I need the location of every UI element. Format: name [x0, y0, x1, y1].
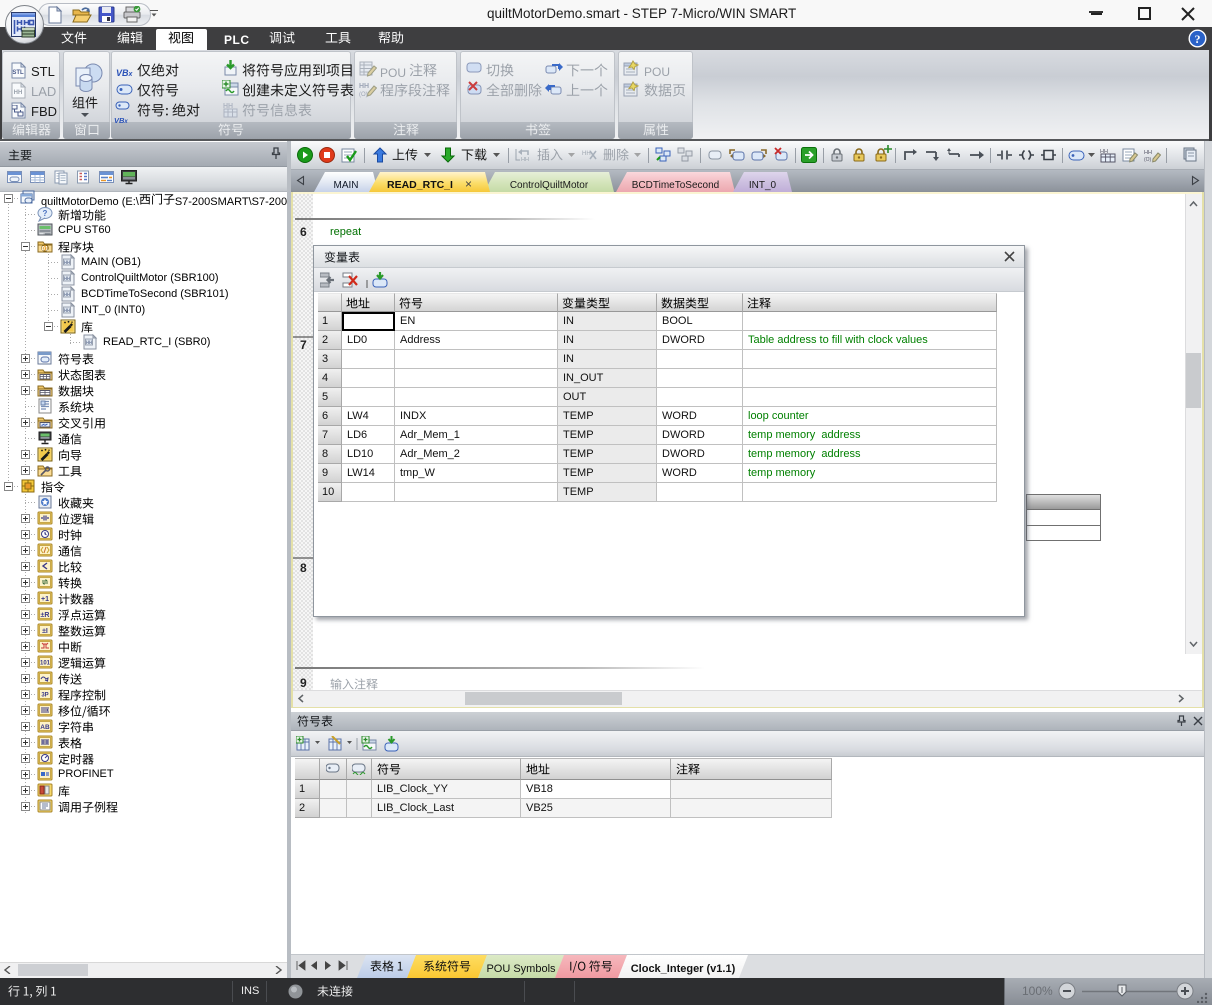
svg-text:?: ?	[1195, 32, 1201, 46]
svg-text:HH: HH	[14, 90, 23, 96]
svg-text:HH: HH	[86, 340, 92, 346]
svg-text:(O): (O)	[1144, 157, 1152, 163]
svg-text:STL: STL	[12, 70, 24, 76]
svg-text:±I: ±I	[42, 628, 48, 635]
svg-text:3P: 3P	[41, 693, 48, 699]
svg-text:HH: HH	[64, 292, 70, 298]
svg-text:HH: HH	[521, 157, 529, 163]
svg-text:HH: HH	[1144, 150, 1152, 156]
svg-text:01: 01	[42, 246, 49, 252]
svg-text:HH: HH	[582, 151, 591, 157]
svg-text:HH: HH	[64, 308, 70, 314]
svg-text:AB: AB	[40, 724, 50, 731]
svg-text:+1: +1	[41, 596, 49, 603]
svg-text:HH: HH	[359, 83, 369, 90]
svg-text:HH: HH	[64, 276, 70, 282]
svg-text:?: ?	[43, 209, 48, 218]
svg-text:±R: ±R	[41, 612, 50, 619]
svg-text:101: 101	[40, 661, 51, 667]
svg-text:(O): (O)	[359, 92, 368, 98]
svg-text:HH: HH	[64, 260, 70, 266]
